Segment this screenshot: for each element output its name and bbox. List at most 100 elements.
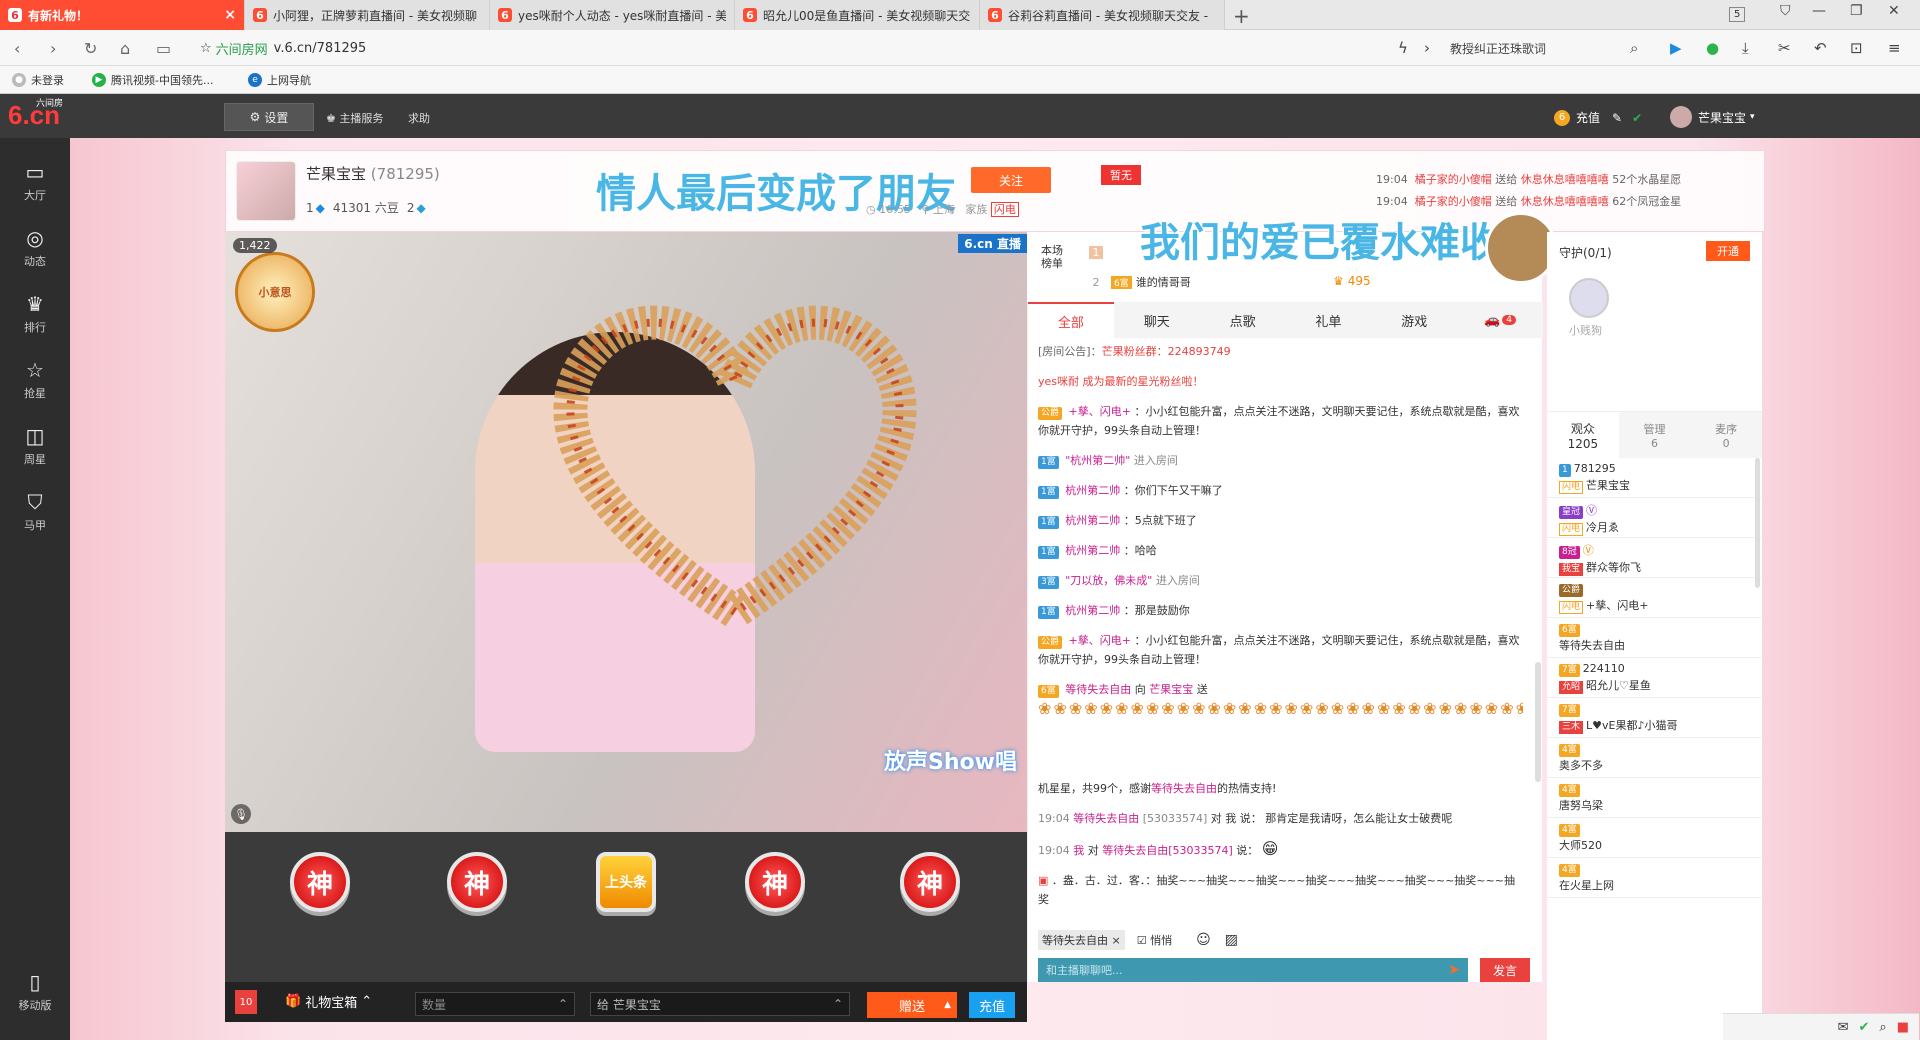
lightning-icon[interactable]: ϟ <box>1398 39 1408 57</box>
chat-input[interactable]: 和主播聊聊吧... ➤ <box>1038 958 1468 982</box>
close-icon[interactable]: × <box>1112 934 1121 947</box>
wechat-icon[interactable]: ● <box>1706 39 1719 57</box>
nav-mobile[interactable]: ▯ 移动版 <box>0 958 70 1024</box>
zoom-icon[interactable]: ⌕ <box>1879 1020 1886 1035</box>
minimize-icon[interactable]: — <box>1812 3 1826 19</box>
nav-hall[interactable]: ▭ 大厅 <box>0 148 70 214</box>
recharge-button[interactable]: 充值 <box>969 992 1015 1018</box>
bag-icon[interactable]: ⊡ <box>1850 39 1863 57</box>
tab-games[interactable]: 游戏 <box>1371 302 1457 338</box>
image-icon[interactable]: ▨ <box>1225 932 1238 948</box>
rank-label[interactable]: 本场榜单 <box>1041 244 1071 270</box>
gift-to[interactable]: 休息休息嘻嘻嘻嘻 <box>1521 173 1609 186</box>
tab-audience[interactable]: 观众 1205 <box>1547 412 1619 458</box>
window-count[interactable]: 5 <box>1729 7 1746 22</box>
gift-from[interactable]: 橘子家的小傻帽 <box>1415 173 1492 186</box>
search-icon[interactable]: ⌕ <box>1630 39 1638 57</box>
restore-icon[interactable]: ❐ <box>1850 3 1863 19</box>
host-service-link[interactable]: ♚ 主播服务 <box>326 110 383 126</box>
play-icon[interactable]: ▶ <box>1670 39 1682 57</box>
close-window-icon[interactable]: ✕ <box>1888 3 1900 19</box>
message-user[interactable]: +孳、闪电+ <box>1069 634 1131 647</box>
video-player[interactable]: 小意思 1,422 6.cn 直播 放声Show唱 🎙 <box>225 232 1027 832</box>
tab-mic-queue[interactable]: 麦序 0 <box>1690 412 1762 458</box>
message-user[interactable]: 杭州第二帅 <box>1065 604 1120 617</box>
mail-icon[interactable]: ✉ <box>1838 1020 1849 1035</box>
quantity-input[interactable]: 数量 ⌃ <box>415 992 575 1016</box>
rank-row-2[interactable]: 2 6富 谁的情哥哥 <box>1089 274 1191 290</box>
scissors-icon[interactable]: ✂ <box>1778 39 1791 57</box>
gift-item-2[interactable]: 上头条 <box>581 842 671 922</box>
nav-vest[interactable]: ⛉ 马甲 <box>0 478 70 544</box>
rank-row-1[interactable]: 1 <box>1089 246 1111 259</box>
tab-4[interactable]: 6 谷莉谷莉直播间 - 美女视频聊天交友 - <box>980 0 1225 30</box>
bookmark-tencent-video[interactable]: ▶ 腾讯视频-中国领先... <box>92 72 213 88</box>
tab-gifts[interactable]: 礼单 <box>1285 302 1371 338</box>
message-user[interactable]: 杭州第二帅 <box>1065 484 1120 497</box>
notification-icon[interactable]: ■ <box>1897 1020 1909 1035</box>
tab-all[interactable]: 全部 <box>1028 302 1114 338</box>
chevron-up-icon[interactable]: ▲ <box>944 1000 951 1010</box>
message-user[interactable]: yes咪耐 <box>1038 375 1079 388</box>
send-gift-button[interactable]: 赠送 ▲ <box>867 992 957 1018</box>
tab-song[interactable]: 点歌 <box>1200 302 1286 338</box>
close-icon[interactable]: × <box>224 7 236 23</box>
message-user[interactable]: 杭州第二帅 <box>1065 544 1120 557</box>
url-field[interactable]: ☆ 六间房网 v.6.cn/781295 <box>200 35 1360 61</box>
message-user[interactable]: 杭州第二帅 <box>1065 514 1120 527</box>
audience-scrollbar[interactable] <box>1755 458 1760 588</box>
gift-item-1[interactable]: 神 <box>432 842 522 922</box>
message-target[interactable]: 等待失去自由[53033574] <box>1102 844 1233 857</box>
tab-1[interactable]: 6 小阿狸，正牌萝莉直播间 - 美女视频聊 <box>245 0 490 30</box>
nav-rank[interactable]: ♛ 排行 <box>0 280 70 346</box>
gift-item-4[interactable]: 神 <box>885 842 975 922</box>
quiet-checkbox[interactable]: ☑ 悄悄 <box>1137 932 1172 948</box>
tab-car[interactable]: 🚗 4 <box>1457 302 1543 338</box>
medal-badge[interactable]: 小意思 <box>235 252 315 332</box>
shirt-icon[interactable]: ⛉ <box>1780 3 1791 19</box>
bookmark-not-logged-in[interactable]: ● 未登录 <box>12 72 64 88</box>
nav-grab-star[interactable]: ☆ 抢星 <box>0 346 70 412</box>
check-icon[interactable]: ✔ <box>1859 1020 1870 1035</box>
list-item[interactable]: 1 781295 闪电 芒果宝宝 <box>1547 458 1762 498</box>
message-user[interactable]: 等待失去自由 <box>1073 812 1139 825</box>
anchor-avatar[interactable] <box>236 161 296 221</box>
guard-avatar[interactable] <box>1569 278 1609 318</box>
list-item[interactable]: 4富 在火星上网 <box>1547 858 1762 898</box>
message-user[interactable]: "刀以放，佛未成" <box>1065 574 1152 587</box>
wealth-badge[interactable]: 10 <box>235 990 257 1014</box>
message-user[interactable]: +孳、闪电+ <box>1069 405 1131 418</box>
tab-0[interactable]: 6 有新礼物！ × <box>0 0 245 30</box>
gift-item-3[interactable]: 神 <box>730 842 820 922</box>
chat-target-select[interactable]: 等待失去自由 × <box>1038 930 1125 950</box>
list-item[interactable]: 4富 奥多不多 <box>1547 738 1762 778</box>
emoji-icon[interactable]: ☺ <box>1196 932 1211 948</box>
open-guard-button[interactable]: 开通 <box>1706 241 1750 261</box>
star-icon[interactable]: ☆ <box>200 41 212 56</box>
menu-icon[interactable]: ≡ <box>1888 39 1901 57</box>
list-item[interactable]: 7富 三木 L♥vE果都♪小猫哥 <box>1547 698 1762 738</box>
nav-dynamic[interactable]: ◎ 动态 <box>0 214 70 280</box>
follow-button[interactable]: 关注 <box>971 167 1051 193</box>
list-item[interactable]: 公爵 闪电 +孳、闪电+ <box>1547 578 1762 618</box>
message-user[interactable]: "杭州第二帅" <box>1065 454 1130 467</box>
microphone-icon[interactable]: 🎙 <box>231 804 251 824</box>
list-item[interactable]: 4富 唐努乌梁 <box>1547 778 1762 818</box>
help-link[interactable]: 求助 <box>408 110 430 126</box>
forward-icon[interactable]: › <box>50 39 56 58</box>
chat-messages[interactable]: [房间公告]：芒果粉丝群：224893749 yes咪耐 成为最新的星光粉丝啦！… <box>1028 338 1533 938</box>
gift-box-button[interactable]: 🎁 礼物宝箱 ⌃ <box>285 992 372 1011</box>
tab-chat[interactable]: 聊天 <box>1114 302 1200 338</box>
nav-week-star[interactable]: ◫ 周星 <box>0 412 70 478</box>
home-icon[interactable]: ⌂ <box>120 39 130 58</box>
flag-badge[interactable]: 暂无 <box>1101 165 1141 185</box>
message-user[interactable]: 等待失去自由 <box>1151 782 1217 795</box>
chevron-right-icon[interactable]: › <box>1424 39 1430 57</box>
message-user[interactable]: 我 <box>1073 844 1084 857</box>
send-message-button[interactable]: 发言 <box>1480 958 1530 982</box>
back-icon[interactable]: ‹ <box>14 39 20 58</box>
site-logo[interactable]: 六间房 6.cn <box>8 98 63 131</box>
audience-list[interactable]: 1 781295 闪电 芒果宝宝 皇冠 Ⓥ 闪电 冷月ゑ 8冠 Ⓥ 我宝 群众等你飞 公爵 … <box>1547 458 1762 1040</box>
chat-scrollbar[interactable] <box>1535 662 1541 782</box>
reader-icon[interactable]: ▭ <box>156 39 171 58</box>
